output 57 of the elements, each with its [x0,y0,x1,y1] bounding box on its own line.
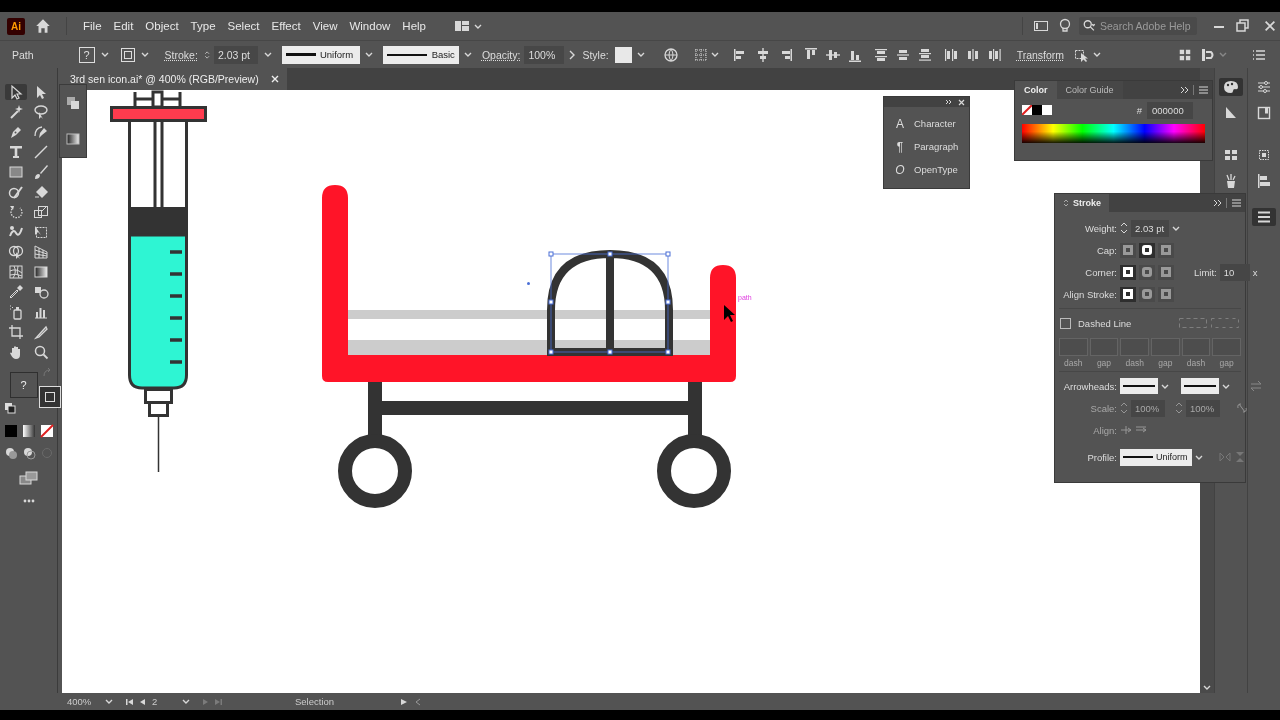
fill-swatch[interactable]: ? [78,46,95,63]
selection-type-label: Path [12,48,34,61]
menu-item[interactable]: Object [139,20,185,32]
weight-label: Weight: [1083,222,1117,234]
search-field[interactable]: Search Adobe Help [1079,17,1197,35]
panel-item-icon: O [894,162,906,177]
stroke-label[interactable]: Stroke: [164,48,198,61]
menu-item[interactable]: File [77,20,108,32]
dash-label: dash [1185,358,1207,368]
profile-label: Profile: [1086,451,1117,463]
hex-label: # [1136,104,1142,116]
menu-item[interactable]: Type [184,20,222,32]
dashed-line-label: Dashed Line [1078,317,1132,329]
panel-item-icon: ¶ [894,139,906,154]
panel-item-icon: A [894,116,906,131]
panel-item[interactable]: ¶ Paragraph [884,135,969,158]
zoom-field[interactable]: 400% [67,696,105,707]
limit-label: Limit: [1194,266,1217,278]
menu-item[interactable]: Edit [107,20,140,32]
panel-tab[interactable]: Stroke [1055,194,1109,212]
panel-item[interactable]: O OpenType [884,158,969,181]
scale-label: Scale: [1089,402,1117,414]
align-stroke-label: Align Stroke: [1062,288,1117,300]
panel-tab[interactable]: Color [1015,81,1057,99]
align-arrow-label: Align: [1092,424,1117,436]
limit-unit: x [1252,266,1258,278]
arrowheads-label: Arrowheads: [1062,380,1117,392]
corner-label: Corner: [1084,266,1117,278]
fill-swatch[interactable]: ? [9,372,38,398]
limit-field[interactable]: 10 [1219,263,1250,281]
menu-item[interactable]: View [306,20,344,32]
brush-definition[interactable]: Basic [382,45,459,64]
cap-label: Cap: [1095,244,1117,256]
stroke-weight-field[interactable]: 2.03 pt [213,45,258,64]
dash-label: dash [1124,358,1145,368]
dash-label: dash [1063,358,1084,368]
style-label: Style: [582,48,609,61]
panel-tab[interactable]: Color Guide [1056,81,1123,99]
dash-label: gap [1218,358,1235,368]
transform-link[interactable]: Transform [1016,48,1065,61]
opacity-label[interactable]: Opacity: [481,48,521,61]
hex-field[interactable]: 000000 [1147,101,1193,119]
menu-item[interactable]: Window [343,20,397,32]
panel-item[interactable]: A Character [884,112,969,135]
dash-label: gap [1095,358,1113,368]
menu-item[interactable]: Help [396,20,432,32]
weight-field[interactable]: 2.03 pt [1131,219,1169,237]
app-logo: Ai [7,17,25,35]
profile-select[interactable]: Uniform [1120,448,1192,466]
menu-item[interactable]: Select [221,20,266,32]
artboard-field[interactable]: 2 [152,696,182,707]
variable-width-profile[interactable]: Uniform [281,45,360,64]
document-tab[interactable]: 3rd sen icon.ai* @ 400% (RGB/Preview) [62,68,287,90]
menu-item[interactable]: Effect [265,20,307,32]
opacity-field[interactable]: 100% [524,45,565,64]
current-tool-label: Selection [295,696,336,707]
dash-label: gap [1157,358,1174,368]
